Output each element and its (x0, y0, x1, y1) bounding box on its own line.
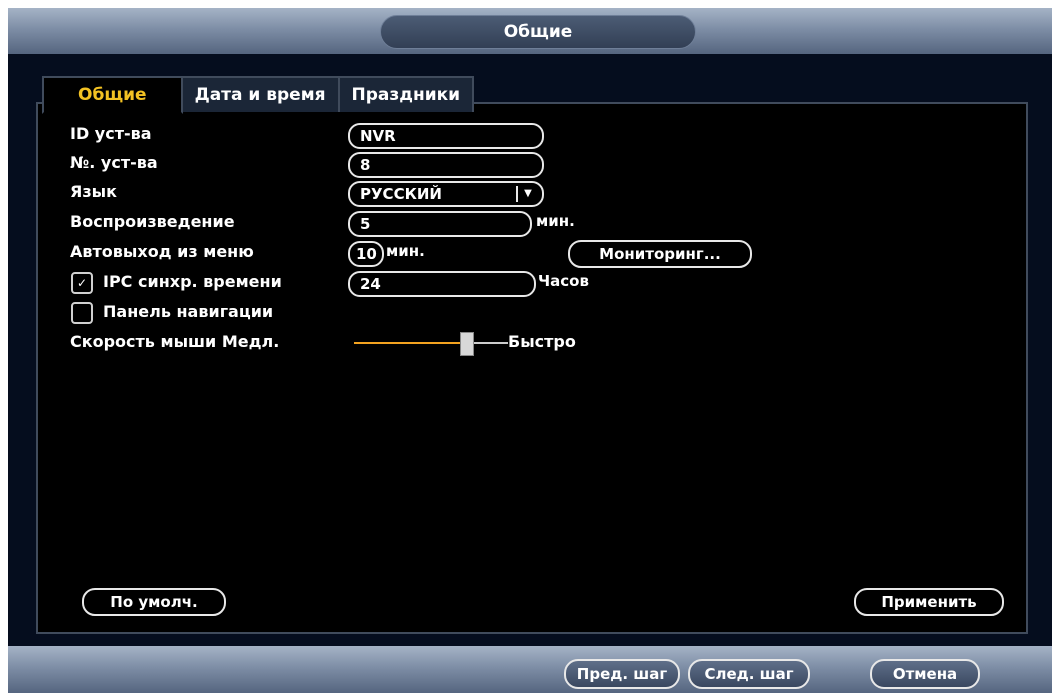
device-no-label: №. уст-ва (70, 153, 158, 172)
nav-bar-label: Панель навигации (103, 302, 274, 321)
mouse-speed-slider-handle[interactable] (460, 332, 475, 356)
language-label: Язык (70, 182, 117, 201)
mouse-speed-fast: Быстро (508, 332, 576, 351)
next-step-button[interactable]: След. шаг (688, 659, 810, 689)
chevron-down-icon[interactable]: ▼ (516, 186, 538, 202)
mouse-speed-title: Скорость мыши (70, 332, 217, 351)
title-bar: Общие (8, 8, 1052, 54)
cancel-button[interactable]: Отмена (870, 659, 980, 689)
apply-button[interactable]: Применить (854, 588, 1004, 616)
ipc-sync-input[interactable]: 24 (348, 271, 536, 297)
tab-holidays[interactable]: Праздники (337, 76, 475, 112)
tab-general[interactable]: Общие (42, 76, 183, 114)
tab-date-time[interactable]: Дата и время (180, 76, 340, 112)
window-title: Общие (380, 15, 696, 49)
settings-window: Общие Общие Дата и время Праздники ID ус… (8, 8, 1052, 693)
nav-bar-checkbox[interactable] (71, 302, 93, 324)
language-value: РУССКИЙ (360, 185, 442, 203)
monitoring-button[interactable]: Мониторинг... (568, 240, 752, 268)
prev-step-button[interactable]: Пред. шаг (564, 659, 680, 689)
device-no-input[interactable]: 8 (348, 152, 544, 178)
ipc-sync-unit: Часов (538, 272, 589, 290)
playback-input[interactable]: 5 (348, 211, 532, 237)
footer-bar: Пред. шаг След. шаг Отмена (8, 646, 1052, 693)
ipc-sync-checkbox[interactable]: ✓ (71, 272, 93, 294)
playback-unit: мин. (536, 212, 575, 230)
default-button[interactable]: По умолч. (82, 588, 226, 616)
device-id-input[interactable]: NVR (348, 123, 544, 149)
mouse-speed-track[interactable] (354, 342, 467, 344)
mouse-speed-label: Скорость мыши Медл. (70, 332, 279, 351)
ipc-sync-label: IPC синхр. времени (103, 272, 282, 291)
device-id-label: ID уст-ва (70, 124, 152, 143)
auto-logout-input[interactable]: 10 (348, 241, 384, 267)
tab-bar: Общие Дата и время Праздники (42, 76, 475, 114)
auto-logout-label: Автовыход из меню (70, 242, 254, 261)
playback-label: Воспроизведение (70, 212, 235, 231)
language-select[interactable]: РУССКИЙ ▼ (348, 181, 544, 207)
mouse-speed-slow: Медл. (221, 332, 280, 351)
auto-logout-unit: мин. (386, 242, 425, 260)
